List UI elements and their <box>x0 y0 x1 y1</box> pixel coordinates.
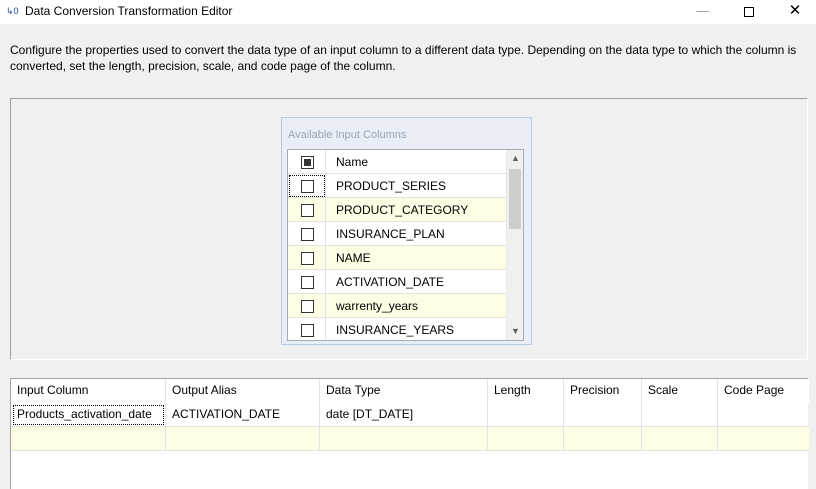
code-page-cell[interactable] <box>718 403 809 427</box>
window-title: Data Conversion Transformation Editor <box>25 4 233 18</box>
list-item[interactable]: PRODUCT_SERIES <box>288 174 506 198</box>
list-item[interactable]: INSURANCE_YEARS <box>288 318 506 340</box>
column-checkbox[interactable] <box>301 180 314 193</box>
maximize-button[interactable] <box>726 0 772 24</box>
grid-header-row: Name <box>288 150 506 174</box>
list-item[interactable]: warrenty_years <box>288 294 506 318</box>
minimize-button[interactable]: — <box>680 0 726 24</box>
column-checkbox[interactable] <box>301 204 314 217</box>
select-all-checkbox[interactable] <box>301 156 314 169</box>
list-item[interactable]: INSURANCE_PLAN <box>288 222 506 246</box>
column-name: NAME <box>336 251 371 265</box>
available-input-columns-box: Available Input Columns Name PRODUCT_SER… <box>281 117 532 345</box>
new-input-column-cell[interactable] <box>11 427 166 451</box>
title-bar: ↳0 Data Conversion Transformation Editor… <box>0 0 816 24</box>
column-name: INSURANCE_YEARS <box>336 323 455 337</box>
checkbox-cell[interactable] <box>288 246 326 270</box>
checkbox-cell[interactable] <box>288 318 326 340</box>
list-item[interactable]: NAME <box>288 246 506 270</box>
table-new-row[interactable] <box>11 427 809 451</box>
table-row[interactable]: Products_activation_date ACTIVATION_DATE… <box>11 403 809 427</box>
new-precision-cell[interactable] <box>564 427 642 451</box>
checkbox-cell[interactable] <box>288 222 326 246</box>
data-type-cell[interactable]: date [DT_DATE] <box>320 403 488 427</box>
column-name: warrenty_years <box>336 299 419 313</box>
new-scale-cell[interactable] <box>642 427 718 451</box>
column-checkbox[interactable] <box>301 276 314 289</box>
new-data-type-cell[interactable] <box>320 427 488 451</box>
scrollbar-thumb[interactable] <box>509 169 521 229</box>
column-checkbox[interactable] <box>301 324 314 337</box>
column-checkbox[interactable] <box>301 300 314 313</box>
precision-cell[interactable] <box>564 403 642 427</box>
header-input-column[interactable]: Input Column <box>11 379 166 403</box>
header-data-type[interactable]: Data Type <box>320 379 488 403</box>
minimize-icon: — <box>696 3 710 18</box>
conversion-table: Input Column Output Alias Data Type Leng… <box>10 378 809 489</box>
header-precision[interactable]: Precision <box>564 379 642 403</box>
scroll-down-icon[interactable]: ▼ <box>507 323 523 340</box>
column-name: ACTIVATION_DATE <box>336 275 445 289</box>
new-output-alias-cell[interactable] <box>166 427 320 451</box>
column-name: INSURANCE_PLAN <box>336 227 445 241</box>
maximize-icon <box>744 6 754 17</box>
column-checkbox[interactable] <box>301 228 314 241</box>
header-scale[interactable]: Scale <box>642 379 718 403</box>
length-cell[interactable] <box>488 403 564 427</box>
select-all-cell[interactable] <box>288 150 326 174</box>
available-columns-grid: Name PRODUCT_SERIES PRODUCT_CATEGORY INS… <box>287 149 524 341</box>
close-button[interactable]: ✕ <box>772 0 816 24</box>
editor-description: Configure the properties used to convert… <box>10 43 797 73</box>
column-checkbox[interactable] <box>301 252 314 265</box>
table-header-row: Input Column Output Alias Data Type Leng… <box>11 379 809 403</box>
new-code-page-cell[interactable] <box>718 427 809 451</box>
checkbox-cell[interactable] <box>288 174 326 198</box>
available-input-columns-title: Available Input Columns <box>288 129 407 141</box>
new-length-cell[interactable] <box>488 427 564 451</box>
data-conversion-icon: ↳0 <box>6 6 19 16</box>
output-alias-cell[interactable]: ACTIVATION_DATE <box>166 403 320 427</box>
header-code-page[interactable]: Code Page <box>718 379 809 403</box>
vertical-scrollbar[interactable]: ▲ ▼ <box>506 150 523 340</box>
checkbox-cell[interactable] <box>288 198 326 222</box>
checkbox-cell[interactable] <box>288 270 326 294</box>
scroll-up-icon[interactable]: ▲ <box>507 150 523 167</box>
close-icon: ✕ <box>788 2 802 19</box>
header-length[interactable]: Length <box>488 379 564 403</box>
list-item[interactable]: ACTIVATION_DATE <box>288 270 506 294</box>
scale-cell[interactable] <box>642 403 718 427</box>
list-item[interactable]: PRODUCT_CATEGORY <box>288 198 506 222</box>
header-output-alias[interactable]: Output Alias <box>166 379 320 403</box>
column-name: PRODUCT_SERIES <box>336 179 447 193</box>
name-column-header: Name <box>336 155 369 169</box>
checkbox-cell[interactable] <box>288 294 326 318</box>
column-name: PRODUCT_CATEGORY <box>336 203 469 217</box>
input-column-cell[interactable]: Products_activation_date <box>11 403 166 427</box>
